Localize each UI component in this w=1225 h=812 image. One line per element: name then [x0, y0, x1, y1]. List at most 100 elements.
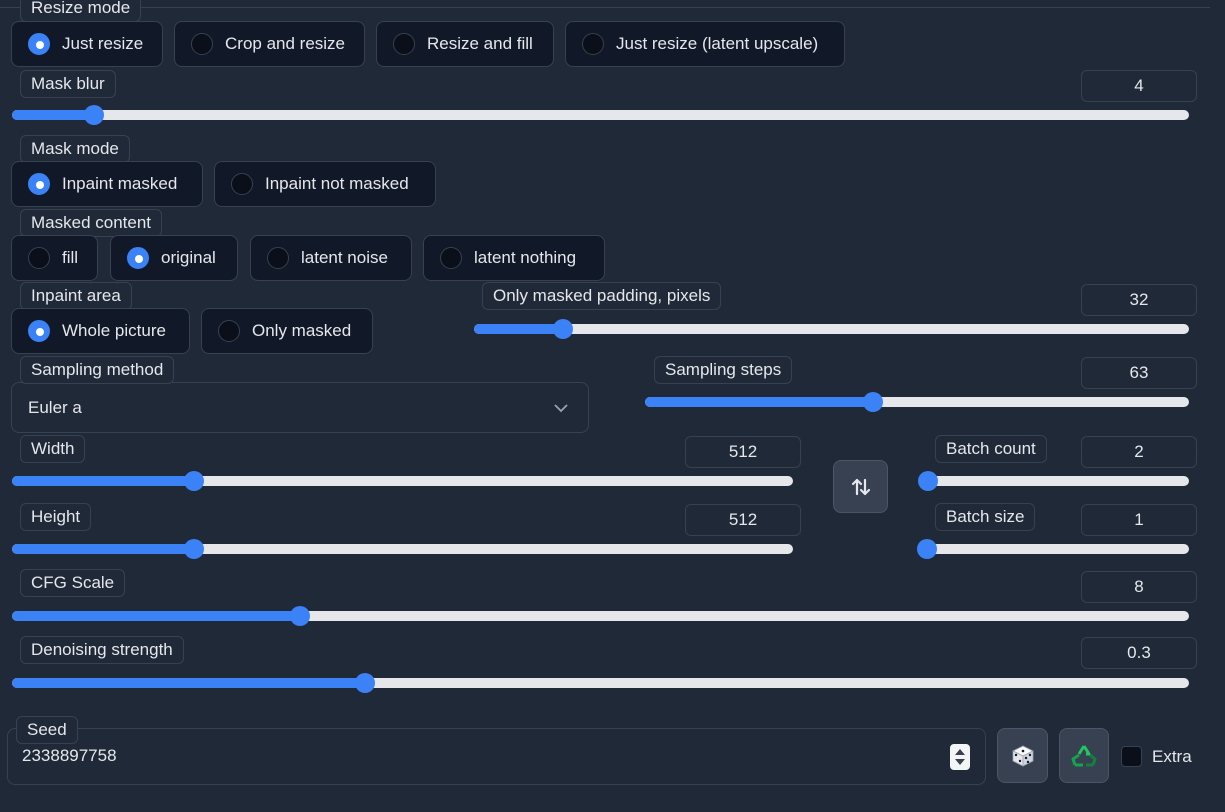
denoising-strength-input[interactable]: 0.3	[1081, 637, 1197, 669]
radio-dot	[191, 33, 213, 55]
seed-value: 2338897758	[22, 746, 117, 765]
chevron-down-icon	[554, 404, 568, 413]
slider-thumb[interactable]	[918, 471, 938, 491]
slider-thumb[interactable]	[290, 606, 311, 626]
height-input[interactable]: 512	[685, 504, 801, 536]
mask-blur-slider[interactable]	[12, 105, 1189, 125]
only-masked-padding-slider[interactable]	[474, 319, 1189, 339]
sampling-steps-label: Sampling steps	[654, 356, 793, 384]
radio-dot	[28, 320, 50, 342]
radio-dot	[28, 247, 50, 269]
radio-original[interactable]: original	[110, 235, 238, 281]
radio-dot	[393, 33, 415, 55]
height-slider[interactable]	[12, 539, 793, 559]
batch-size-slider[interactable]	[917, 539, 1189, 559]
radio-label: Resize and fill	[427, 34, 533, 53]
sampling-steps-slider[interactable]	[645, 392, 1189, 412]
batch-count-label: Batch count	[935, 435, 1047, 463]
width-input[interactable]: 512	[685, 436, 801, 468]
slider-thumb[interactable]	[863, 392, 884, 412]
dice-icon	[1011, 745, 1034, 767]
radio-dot	[582, 33, 604, 55]
recycle-icon	[1071, 744, 1097, 766]
extra-checkbox[interactable]	[1121, 746, 1142, 767]
radio-whole-picture[interactable]: Whole picture	[11, 308, 190, 354]
denoising-strength-slider[interactable]	[12, 673, 1189, 693]
slider-fill	[645, 397, 874, 407]
reuse-seed-button[interactable]	[1059, 728, 1109, 783]
radio-dot	[218, 320, 240, 342]
cfg-scale-label: CFG Scale	[20, 569, 126, 597]
slider-fill	[12, 678, 366, 688]
height-label: Height	[20, 503, 92, 531]
radio-dot	[28, 173, 50, 195]
radio-crop-and-resize[interactable]: Crop and resize	[174, 21, 365, 67]
only-masked-padding-input[interactable]: 32	[1081, 284, 1197, 316]
radio-dot	[267, 247, 289, 269]
seed-label: Seed	[16, 716, 78, 744]
radio-dot	[28, 33, 50, 55]
sampling-method-value: Euler a	[28, 397, 82, 417]
slider-fill	[474, 324, 564, 334]
resize-mode-label: Resize mode	[20, 0, 142, 22]
swap-dimensions-button[interactable]	[833, 460, 888, 513]
radio-label: Just resize	[62, 34, 144, 53]
slider-fill	[12, 544, 194, 554]
radio-resize-and-fill[interactable]: Resize and fill	[376, 21, 554, 67]
mask-mode-label: Mask mode	[20, 135, 130, 163]
slider-thumb[interactable]	[553, 319, 574, 339]
slider-thumb[interactable]	[917, 539, 937, 559]
radio-label: original	[161, 248, 216, 267]
cfg-scale-input[interactable]: 8	[1081, 571, 1197, 603]
radio-only-masked[interactable]: Only masked	[201, 308, 373, 354]
sampling-method-label: Sampling method	[20, 356, 175, 384]
sampling-method-dropdown[interactable]: Euler a	[11, 382, 589, 433]
masked-content-label: Masked content	[20, 209, 163, 237]
swap-dimensions-icon	[851, 478, 870, 495]
slider-thumb[interactable]	[84, 105, 105, 125]
radio-latent-noise[interactable]: latent noise	[250, 235, 412, 281]
inpaint-area-label: Inpaint area	[20, 282, 132, 310]
radio-dot	[127, 247, 149, 269]
slider-fill	[12, 110, 95, 120]
radio-label: fill	[62, 248, 79, 267]
radio-dot	[440, 247, 462, 269]
mask-blur-input[interactable]: 4	[1081, 70, 1197, 102]
slider-thumb[interactable]	[183, 539, 204, 559]
batch-count-slider[interactable]	[918, 471, 1189, 491]
radio-label: Inpaint masked	[62, 174, 178, 193]
radio-dot	[231, 173, 253, 195]
radio-label: Just resize (latent upscale)	[616, 34, 819, 53]
radio-label: Whole picture	[62, 321, 166, 340]
seed-stepper[interactable]	[950, 744, 970, 770]
stepper-arrows-icon	[955, 749, 965, 765]
radio-just-resize[interactable]: Just resize	[11, 21, 163, 67]
denoising-strength-label: Denoising strength	[20, 636, 184, 664]
slider-fill	[12, 476, 194, 486]
radio-label: Crop and resize	[225, 34, 346, 53]
radio-latent-nothing[interactable]: latent nothing	[423, 235, 605, 281]
batch-count-input[interactable]: 2	[1081, 436, 1197, 468]
seed-field[interactable]: 2338897758	[7, 728, 986, 785]
batch-size-label: Batch size	[935, 503, 1036, 531]
slider-thumb[interactable]	[355, 673, 376, 693]
mask-blur-label: Mask blur	[20, 70, 116, 98]
radio-fill[interactable]: fill	[11, 235, 98, 281]
radio-inpaint-masked[interactable]: Inpaint masked	[11, 161, 203, 207]
only-masked-padding-label: Only masked padding, pixels	[482, 282, 722, 310]
radio-just-resize-latent-upscale[interactable]: Just resize (latent upscale)	[565, 21, 845, 67]
radio-label: latent nothing	[474, 248, 577, 267]
panel-top-border	[0, 0, 1210, 8]
radio-label: Only masked	[252, 321, 352, 340]
radio-label: latent noise	[301, 248, 388, 267]
width-label: Width	[20, 435, 86, 463]
extra-label: Extra	[1152, 747, 1192, 766]
batch-size-input[interactable]: 1	[1081, 504, 1197, 536]
radio-label: Inpaint not masked	[265, 174, 409, 193]
radio-inpaint-not-masked[interactable]: Inpaint not masked	[214, 161, 436, 207]
sampling-steps-input[interactable]: 63	[1081, 357, 1197, 389]
cfg-scale-slider[interactable]	[12, 606, 1189, 626]
random-seed-button[interactable]	[997, 728, 1048, 783]
width-slider[interactable]	[12, 471, 793, 491]
slider-thumb[interactable]	[183, 471, 204, 491]
